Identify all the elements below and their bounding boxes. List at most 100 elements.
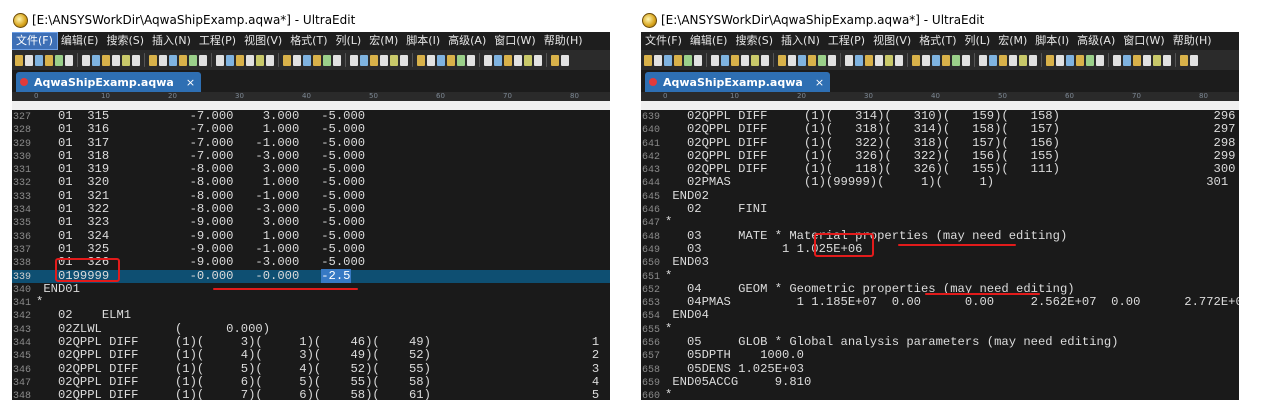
code-line[interactable]: 333 01 321 -8.000 -1.000 -5.000 [12, 189, 610, 203]
menu-item[interactable]: 列(L) [961, 33, 995, 49]
toolbar-button-icon[interactable] [457, 54, 465, 66]
toolbar-button-icon[interactable] [122, 54, 130, 66]
code-line[interactable]: 650 END03 [641, 256, 1239, 270]
toolbar-button-icon[interactable] [684, 54, 692, 66]
code-line[interactable]: 641 02QPPL DIFF (1)( 322)( 318)( 157)( 1… [641, 136, 1239, 150]
toolbar-button-icon[interactable] [256, 54, 264, 66]
menu-item[interactable]: 插入(N) [777, 33, 824, 49]
toolbar-button-icon[interactable] [664, 54, 672, 66]
toolbar-button-icon[interactable] [932, 54, 940, 66]
code-line[interactable]: 343 02ZLWL ( 0.000) [12, 322, 610, 336]
code-line[interactable]: 648 03 MATE * Material properties (may n… [641, 229, 1239, 243]
toolbar-button-icon[interactable] [989, 54, 997, 66]
toolbar-button-icon[interactable] [102, 54, 110, 66]
toolbar-button-icon[interactable] [855, 54, 863, 66]
code-line[interactable]: 643 02QPPL DIFF (1)( 118)( 326)( 155)( 1… [641, 163, 1239, 177]
toolbar-button-icon[interactable] [199, 54, 207, 66]
toolbar-button-icon[interactable] [514, 54, 522, 66]
toolbar-button-icon[interactable] [654, 54, 662, 66]
menu-item[interactable]: 编辑(E) [686, 33, 732, 49]
code-line[interactable]: 337 01 325 -9.000 -1.000 -5.000 [12, 242, 610, 256]
code-line[interactable]: 640 02QPPL DIFF (1)( 318)( 314)( 158)( 1… [641, 123, 1239, 137]
toolbar-button-icon[interactable] [751, 54, 759, 66]
menu-item[interactable]: 帮助(H) [540, 33, 587, 49]
toolbar-button-icon[interactable] [55, 54, 63, 66]
toolbar-button-icon[interactable] [25, 54, 33, 66]
toolbar-button-icon[interactable] [694, 54, 702, 66]
toolbar-button-icon[interactable] [1123, 54, 1131, 66]
toolbar-button-icon[interactable] [417, 54, 425, 66]
toolbar-button-icon[interactable] [534, 54, 542, 66]
menu-item[interactable]: 文件(F) [641, 33, 686, 49]
toolbar-button-icon[interactable] [360, 54, 368, 66]
code-line[interactable]: 642 02QPPL DIFF (1)( 326)( 322)( 156)( 1… [641, 149, 1239, 163]
toolbar-button-icon[interactable] [721, 54, 729, 66]
menu-item[interactable]: 高级(A) [444, 33, 490, 49]
toolbar-button-icon[interactable] [149, 54, 157, 66]
toolbar-button-icon[interactable] [644, 54, 652, 66]
toolbar-button-icon[interactable] [741, 54, 749, 66]
toolbar-button-icon[interactable] [1133, 54, 1141, 66]
code-line[interactable]: 346 02QPPL DIFF (1)( 5)( 4)( 52)( 55) 3 [12, 362, 610, 376]
menu-item[interactable]: 高级(A) [1073, 33, 1119, 49]
toolbar-button-icon[interactable] [895, 54, 903, 66]
toolbar-button-icon[interactable] [1086, 54, 1094, 66]
toolbar-button-icon[interactable] [390, 54, 398, 66]
code-line[interactable]: 659 END05ACCG 9.810 [641, 375, 1239, 389]
code-line[interactable]: 341 * [12, 296, 610, 310]
file-tab[interactable]: AqwaShipExamp.aqwa × [645, 72, 831, 92]
toolbar-button-icon[interactable] [370, 54, 378, 66]
toolbar-button-icon[interactable] [447, 54, 455, 66]
toolbar-button-icon[interactable] [942, 54, 950, 66]
toolbar-button-icon[interactable] [711, 54, 719, 66]
toolbar-button-icon[interactable] [494, 54, 502, 66]
toolbar-button-icon[interactable] [65, 54, 73, 66]
code-line[interactable]: 335 01 323 -9.000 3.000 -5.000 [12, 216, 610, 230]
code-line[interactable]: 348 02QPPL DIFF (1)( 7)( 6)( 58)( 61) 5 [12, 389, 610, 400]
toolbar-button-icon[interactable] [283, 54, 291, 66]
toolbar-button-icon[interactable] [236, 54, 244, 66]
menu-item[interactable]: 列(L) [332, 33, 366, 49]
toolbar-button-icon[interactable] [561, 54, 569, 66]
code-line[interactable]: 646 02 FINI [641, 202, 1239, 216]
toolbar-button-icon[interactable] [92, 54, 100, 66]
toolbar-button-icon[interactable] [778, 54, 786, 66]
menu-item[interactable]: 文件(F) [12, 32, 58, 50]
toolbar-button-icon[interactable] [132, 54, 140, 66]
code-line[interactable]: 347 02QPPL DIFF (1)( 6)( 5)( 55)( 58) 4 [12, 375, 610, 389]
code-line[interactable]: 644 02PMAS (1)(99999)( 1)( 1) 301 [641, 176, 1239, 190]
code-line[interactable]: 645 END02 [641, 189, 1239, 203]
toolbar-button-icon[interactable] [246, 54, 254, 66]
toolbar-button-icon[interactable] [962, 54, 970, 66]
code-line[interactable]: 342 02 ELM1 [12, 309, 610, 323]
menu-item[interactable]: 帮助(H) [1169, 33, 1216, 49]
toolbar-button-icon[interactable] [788, 54, 796, 66]
code-line[interactable]: 652 04 GEOM * Geometric properties (may … [641, 282, 1239, 296]
toolbar-button-icon[interactable] [303, 54, 311, 66]
toolbar-button-icon[interactable] [818, 54, 826, 66]
menu-item[interactable]: 脚本(I) [1031, 33, 1073, 49]
toolbar-button-icon[interactable] [1046, 54, 1054, 66]
code-line[interactable]: 327 01 315 -7.000 3.000 -5.000 [12, 110, 610, 123]
toolbar-button-icon[interactable] [1096, 54, 1104, 66]
toolbar-button-icon[interactable] [216, 54, 224, 66]
toolbar-button-icon[interactable] [1019, 54, 1027, 66]
menu-item[interactable]: 编辑(E) [57, 33, 103, 49]
code-line[interactable]: 660 * [641, 389, 1239, 400]
toolbar-button-icon[interactable] [467, 54, 475, 66]
code-line[interactable]: 656 05 GLOB * Global analysis parameters… [641, 335, 1239, 349]
code-line[interactable]: 331 01 319 -8.000 3.000 -5.000 [12, 163, 610, 177]
toolbar-button-icon[interactable] [333, 54, 341, 66]
menu-item[interactable]: 视图(V) [240, 33, 286, 49]
menu-item[interactable]: 格式(T) [915, 33, 960, 49]
toolbar-button-icon[interactable] [845, 54, 853, 66]
toolbar-button-icon[interactable] [524, 54, 532, 66]
code-line[interactable]: 651 * [641, 269, 1239, 283]
menu-item[interactable]: 搜索(S) [102, 33, 148, 49]
code-line[interactable]: 328 01 316 -7.000 1.000 -5.000 [12, 123, 610, 137]
code-line[interactable]: 658 05DENS 1.025E+03 [641, 362, 1239, 376]
close-tab-icon[interactable]: × [186, 76, 195, 89]
menu-item[interactable]: 工程(P) [824, 33, 869, 49]
menu-item[interactable]: 窗口(W) [490, 33, 539, 49]
file-tab[interactable]: AqwaShipExamp.aqwa × [16, 72, 202, 92]
